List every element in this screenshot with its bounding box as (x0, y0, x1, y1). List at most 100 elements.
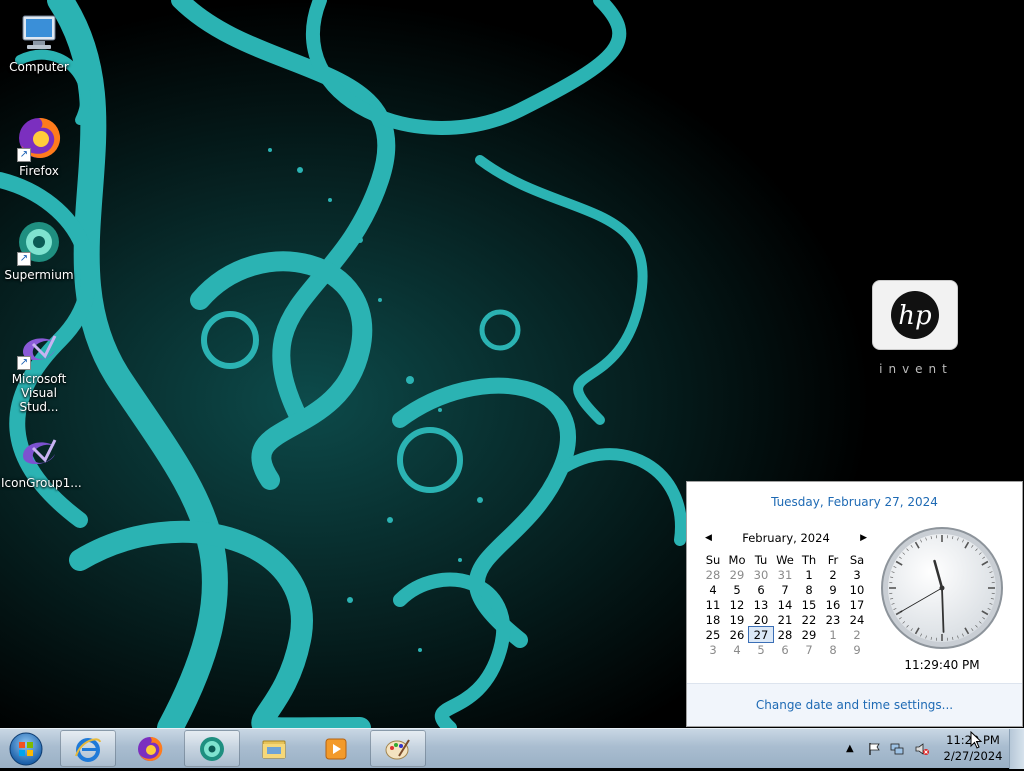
calendar-day[interactable]: 18 (701, 612, 725, 627)
calendar-day[interactable]: 3 (701, 642, 725, 657)
taskbar-firefox[interactable] (122, 730, 178, 767)
visual-studio-icon: ↗ (15, 322, 63, 370)
calendar-grid: SuMoTuWeThFrSa 2829303112345678910111213… (701, 552, 869, 657)
calendar-day[interactable]: 24 (845, 612, 869, 627)
long-date-link[interactable]: Tuesday, February 27, 2024 (687, 495, 1022, 509)
calendar-week-row: 252627282912 (701, 627, 869, 642)
hp-logo: hp invent (872, 280, 960, 376)
calendar-week-row: 3456789 (701, 642, 869, 657)
calendar-week-row: 45678910 (701, 582, 869, 597)
calendar-day[interactable]: 1 (821, 627, 845, 642)
hp-logo-text: hp (898, 301, 932, 331)
calendar-day-today[interactable]: 27 (749, 627, 773, 642)
supermium-icon (197, 734, 227, 764)
calendar-day[interactable]: 12 (725, 597, 749, 612)
digital-time: 11:29:40 PM (880, 658, 1004, 672)
shortcut-arrow-icon: ↗ (17, 356, 31, 370)
start-button[interactable] (4, 731, 48, 767)
taskbar-internet-explorer[interactable] (60, 730, 116, 767)
desktop-icon-supermium[interactable]: ↗ Supermium (1, 218, 77, 282)
change-date-time-settings-link[interactable]: Change date and time settings... (687, 698, 1022, 712)
calendar-day[interactable]: 21 (773, 612, 797, 627)
calendar-day[interactable]: 26 (725, 627, 749, 642)
calendar-day[interactable]: 7 (773, 582, 797, 597)
firefox-icon (135, 734, 165, 764)
calendar-day[interactable]: 16 (821, 597, 845, 612)
weekday-header: Th (797, 552, 821, 567)
calendar-flyout: Tuesday, February 27, 2024 ◀ February, 2… (686, 481, 1023, 727)
taskbar-supermium[interactable] (184, 730, 240, 767)
show-hidden-icons-icon[interactable]: ▲ (846, 742, 860, 756)
calendar-day[interactable]: 6 (749, 582, 773, 597)
desktop-icon-computer[interactable]: Computer (1, 10, 77, 74)
previous-month-icon[interactable]: ◀ (701, 533, 716, 543)
flyout-footer: Change date and time settings... (687, 683, 1022, 726)
weekday-header: We (773, 552, 797, 567)
taskbar-media-player[interactable] (308, 730, 364, 767)
calendar-day[interactable]: 3 (845, 567, 869, 582)
weekday-header: Tu (749, 552, 773, 567)
desktop-icon-icongroup[interactable]: IconGroup1... (1, 426, 77, 490)
computer-icon (15, 10, 63, 58)
taskbar: ▲ 11:29 PM 2/27/2024 (0, 728, 1024, 768)
weekday-header: Fr (821, 552, 845, 567)
calendar-day[interactable]: 29 (797, 627, 821, 642)
taskbar-date: 2/27/2024 (942, 748, 1004, 764)
calendar-day[interactable]: 23 (821, 612, 845, 627)
desktop-icon-label: IconGroup1... (1, 476, 77, 490)
calendar-day[interactable]: 29 (725, 567, 749, 582)
next-month-icon[interactable]: ▶ (856, 533, 871, 543)
weekday-header: Su (701, 552, 725, 567)
analog-clock (880, 526, 1004, 650)
calendar-day[interactable]: 28 (701, 567, 725, 582)
calendar-day[interactable]: 2 (845, 627, 869, 642)
action-center-flag-icon[interactable] (867, 742, 881, 756)
calendar-day[interactable]: 4 (725, 642, 749, 657)
calendar-day[interactable]: 15 (797, 597, 821, 612)
taskbar-windows-explorer[interactable] (246, 730, 302, 767)
shortcut-arrow-icon: ↗ (17, 252, 31, 266)
hp-logo-mark: hp (885, 289, 945, 341)
calendar-day[interactable]: 17 (845, 597, 869, 612)
month-calendar: ◀ February, 2024 ▶ SuMoTuWeThFrSa 282930… (701, 530, 871, 657)
calendar-day[interactable]: 19 (725, 612, 749, 627)
calendar-day[interactable]: 22 (797, 612, 821, 627)
calendar-day[interactable]: 8 (797, 582, 821, 597)
desktop-icon-label: Computer (1, 60, 77, 74)
desktop-icon-label: Firefox (1, 164, 77, 178)
calendar-day[interactable]: 5 (725, 582, 749, 597)
calendar-day[interactable]: 28 (773, 627, 797, 642)
network-icon[interactable] (890, 742, 904, 756)
paint-icon (383, 734, 413, 764)
taskbar-paint[interactable] (370, 730, 426, 767)
calendar-week-row: 18192021222324 (701, 612, 869, 627)
calendar-day[interactable]: 8 (821, 642, 845, 657)
media-player-icon (321, 734, 351, 764)
desktop-icon-visual-studio[interactable]: ↗ Microsoft Visual Stud... (1, 322, 77, 414)
calendar-day[interactable]: 9 (845, 642, 869, 657)
calendar-day[interactable]: 11 (701, 597, 725, 612)
volume-muted-icon[interactable] (915, 742, 929, 756)
calendar-week-row: 28293031123 (701, 567, 869, 582)
weekday-header: Sa (845, 552, 869, 567)
month-year-label[interactable]: February, 2024 (742, 531, 830, 545)
calendar-day[interactable]: 14 (773, 597, 797, 612)
calendar-day[interactable]: 13 (749, 597, 773, 612)
notification-area: ▲ (840, 729, 940, 769)
calendar-day[interactable]: 5 (749, 642, 773, 657)
calendar-day[interactable]: 25 (701, 627, 725, 642)
calendar-day[interactable]: 20 (749, 612, 773, 627)
calendar-day[interactable]: 9 (821, 582, 845, 597)
internet-explorer-icon (73, 734, 103, 764)
calendar-day[interactable]: 31 (773, 567, 797, 582)
calendar-day[interactable]: 2 (821, 567, 845, 582)
calendar-day[interactable]: 7 (797, 642, 821, 657)
show-desktop-button[interactable] (1009, 729, 1024, 769)
shortcut-arrow-icon: ↗ (17, 148, 31, 162)
calendar-day[interactable]: 10 (845, 582, 869, 597)
calendar-day[interactable]: 6 (773, 642, 797, 657)
calendar-day[interactable]: 4 (701, 582, 725, 597)
calendar-day[interactable]: 1 (797, 567, 821, 582)
desktop-icon-firefox[interactable]: ↗ Firefox (1, 114, 77, 178)
calendar-day[interactable]: 30 (749, 567, 773, 582)
